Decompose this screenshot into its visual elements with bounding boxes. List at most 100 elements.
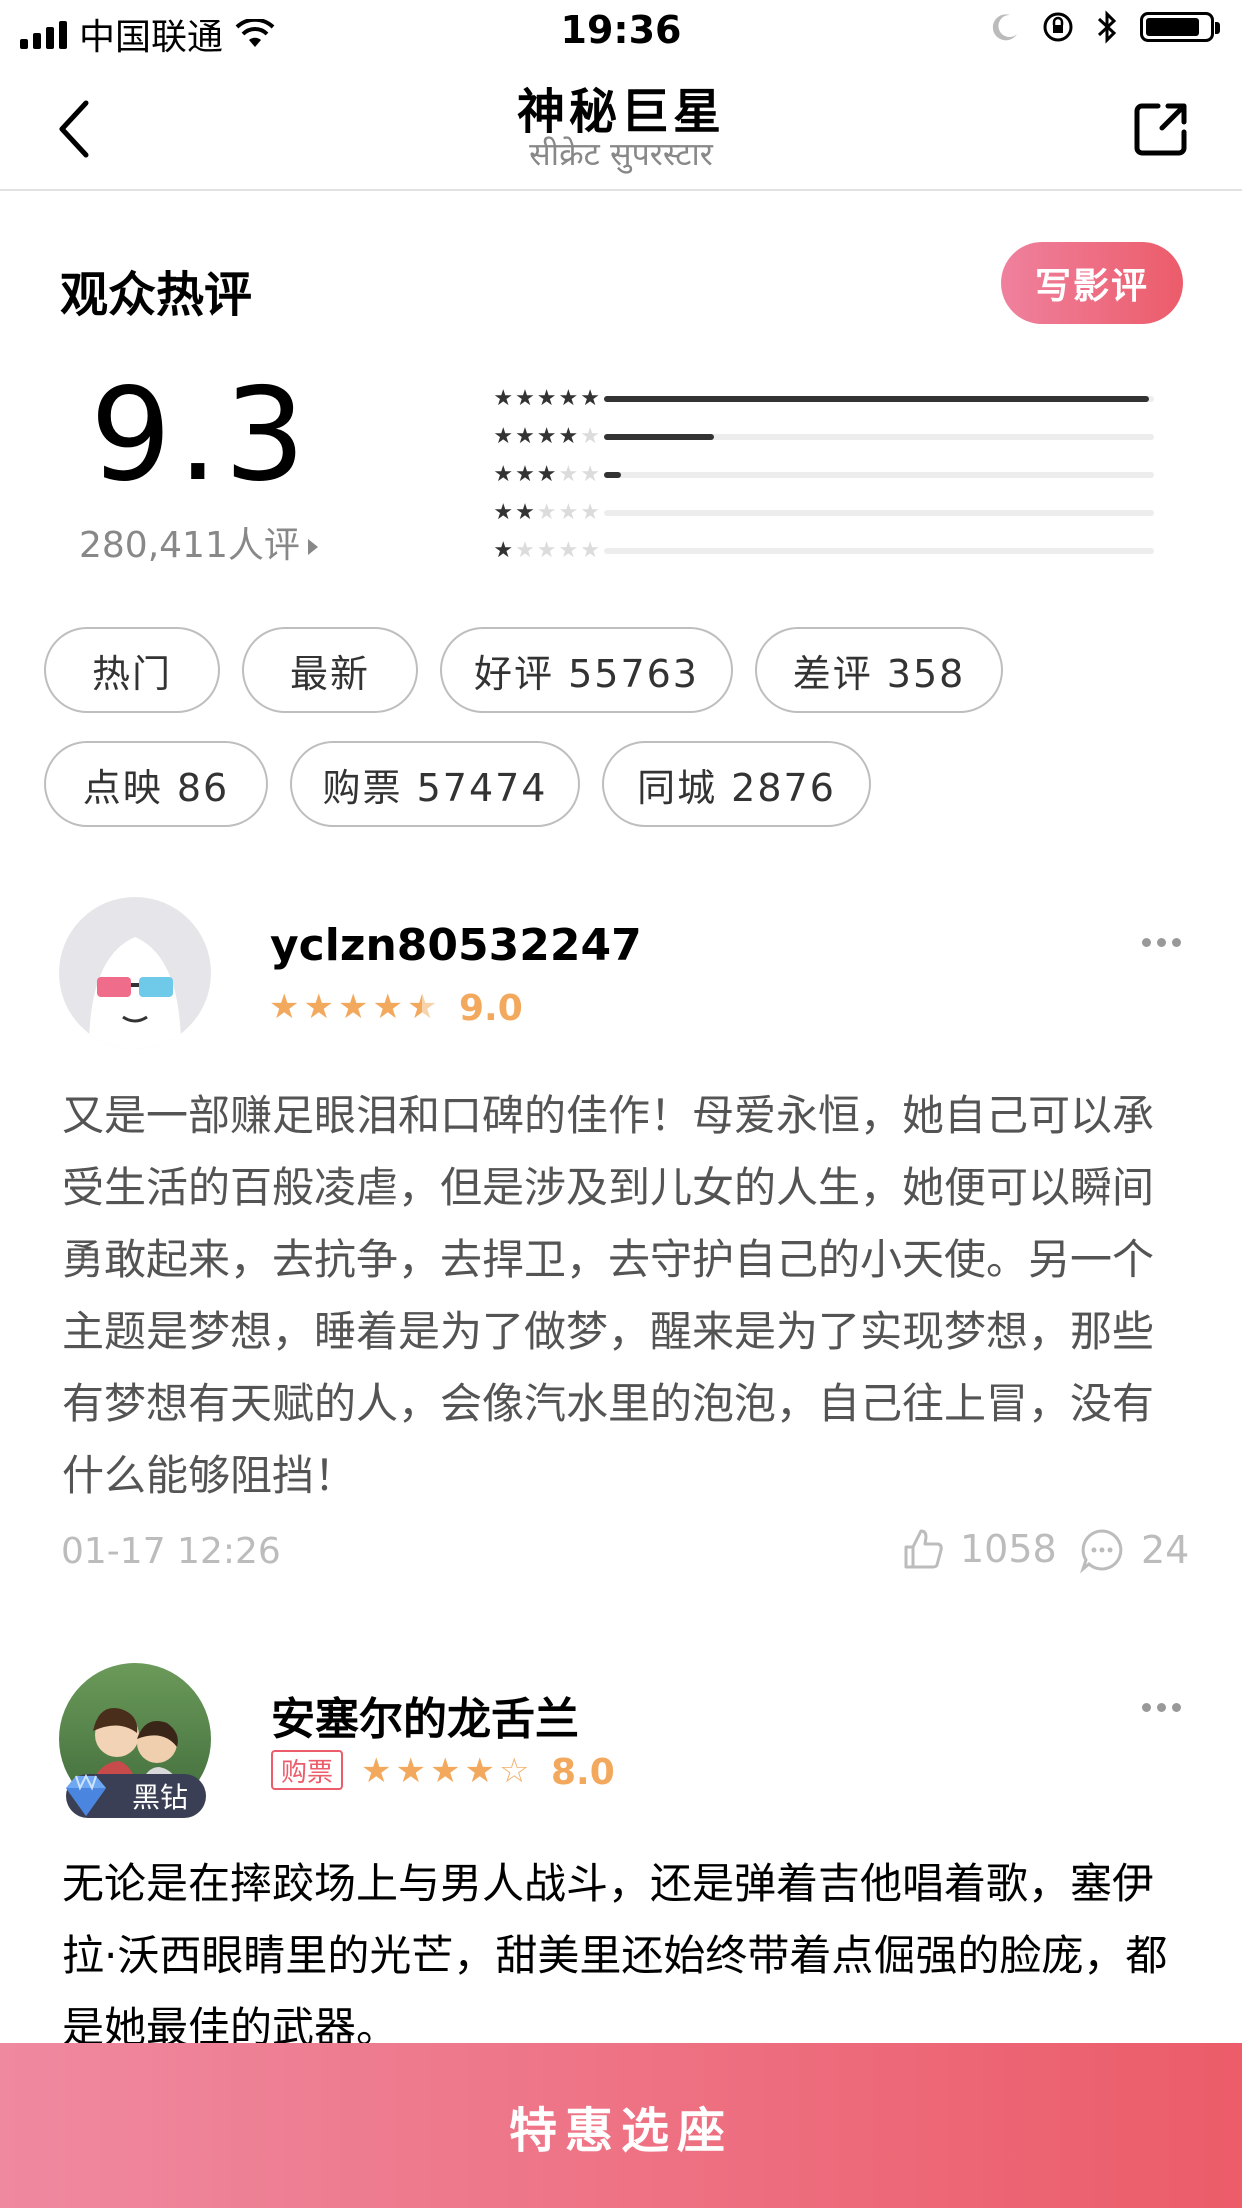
star-icon: ★ [337,987,369,1027]
filter-latest[interactable]: 最新 [242,627,418,713]
page-subtitle: सीक्रेट सुपरस्टार [529,135,713,173]
star-icon: ★ [580,538,600,563]
status-bar: 中国联通 19:36 [0,0,1242,60]
review-username[interactable]: 安塞尔的龙舌兰 [271,1683,579,1747]
distribution-bar [604,434,1154,440]
star-icon: ★ [493,462,514,487]
filter-positive[interactable]: 好评 55763 [440,627,733,713]
distribution-fill [604,434,714,440]
star-icon: ★ [464,1751,495,1791]
battery-icon [1140,12,1220,42]
moon-icon [992,14,1017,41]
comment-icon [1080,1529,1123,1573]
star-icon: ★ [536,424,557,449]
filter-hot[interactable]: 热门 [44,627,220,713]
rating-count-label: 280,411人评 [79,525,300,566]
review-text: 又是一部赚足眼泪和口碑的佳作！母爱永恒，她自己可以承受生活的百般凌虐，但是涉及到… [62,1091,1155,1500]
review-text: 无论是在摔跤场上与男人战斗，还是弹着吉他唱着歌，塞伊拉·沃西眼睛里的光芒，甜美里… [62,1859,1168,2052]
star-icon: ★ [536,462,557,487]
star-icon: ★ [580,500,600,525]
more-icon[interactable] [1142,1703,1181,1712]
star-icon: ★ [303,987,334,1027]
filter-premiere[interactable]: 点映 86 [44,741,268,827]
star-icon: ★ [493,538,514,563]
star-icon: ☆ [498,1751,530,1791]
special-seat-button[interactable]: 特惠选座 [0,2043,1242,2208]
comment-button[interactable]: 24 [1079,1527,1189,1573]
distribution-row: ★ ★ ★ ★ ★ [490,462,1154,488]
review-stars: ★ ★ ★ ★ ☆ [361,1754,529,1788]
distribution-row: ★ ★ ★ ★ ★ [490,386,1154,412]
star-icon: ★ [515,462,535,487]
distribution-bar [604,548,1154,554]
star-icon: ★ [361,1751,392,1791]
star-icon: ★ [372,987,403,1027]
review-username[interactable]: yclzn80532247 [270,920,642,971]
distribution-stars: ★ ★ ★ ★ ★ [490,388,600,410]
star-icon: ★ [515,500,535,525]
thumbs-up-icon [904,1529,943,1569]
distribution-stars: ★ ★ ★ ★ ★ [490,464,600,486]
battery-level [1146,18,1199,36]
black-diamond-badge: 黑钻 [66,1773,206,1818]
star-icon: ★ [558,386,579,411]
diamond-icon [66,1773,106,1816]
star-icon: ★ [580,424,600,449]
distribution-bar [604,472,1154,478]
star-icon: ★ [536,538,557,563]
like-button[interactable]: 1058 [902,1527,1057,1571]
distribution-stars: ★ ★ ★ ★ ★ [490,502,600,524]
star-icon: ★ [558,500,579,525]
rotation-lock-icon [1043,12,1073,42]
star-icon: ★ [580,462,600,487]
avatar[interactable] [59,897,211,1049]
star-icon: ★ [395,1751,426,1791]
star-icon: ★ [515,424,535,449]
overall-score: 9.3 [90,361,312,510]
star-icon: ★ [558,462,579,487]
nav-divider [0,189,1242,191]
write-review-button[interactable]: 写影评 [1001,242,1183,324]
badge-label: 黑钻 [131,1781,188,1814]
status-right [990,10,1220,44]
distribution-bar [604,510,1154,516]
star-icon: ★ [515,386,535,411]
star-icon: ★ [493,386,514,411]
star-icon: ★ [406,987,438,1027]
avatar-icon [89,937,181,1049]
bluetooth-icon [1097,10,1117,44]
distribution-fill [604,472,621,478]
star-icon: ★ [558,424,579,449]
star-icon: ★ [493,424,514,449]
distribution-stars: ★ ★ ★ ★ ★ [490,540,600,562]
share-icon[interactable] [1132,100,1190,158]
review-score: 9.0 [459,988,523,1029]
star-icon: ★ [515,538,535,563]
purchased-tag: 购票 [271,1750,344,1790]
star-icon: ★ [269,987,300,1027]
star-icon: ★ [493,500,514,525]
more-icon[interactable] [1142,938,1181,947]
filter-local[interactable]: 同城 2876 [602,741,871,827]
review-stars: ★ ★ ★ ★ ★ [269,990,437,1024]
distribution-stars: ★ ★ ★ ★ ★ [490,426,600,448]
star-icon: ★ [580,386,600,411]
review-date: 01-17 12:26 [61,1531,281,1572]
section-title: 观众热评 [60,267,253,323]
distribution-fill [604,396,1149,402]
chevron-right-icon [307,539,318,555]
star-icon: ★ [536,386,557,411]
review-score: 8.0 [551,1752,615,1793]
comment-count: 24 [1141,1528,1190,1572]
distribution-bar [604,396,1154,402]
star-icon: ★ [429,1751,461,1791]
like-count: 1058 [960,1527,1057,1571]
distribution-row: ★ ★ ★ ★ ★ [490,538,1154,564]
star-icon: ★ [558,538,579,563]
distribution-row: ★ ★ ★ ★ ★ [490,424,1154,450]
star-icon: ★ [536,500,557,525]
rating-count[interactable]: 280,411人评 [79,516,318,568]
filter-negative[interactable]: 差评 358 [755,627,1003,713]
filter-purchased[interactable]: 购票 57474 [290,741,580,827]
distribution-row: ★ ★ ★ ★ ★ [490,500,1154,526]
